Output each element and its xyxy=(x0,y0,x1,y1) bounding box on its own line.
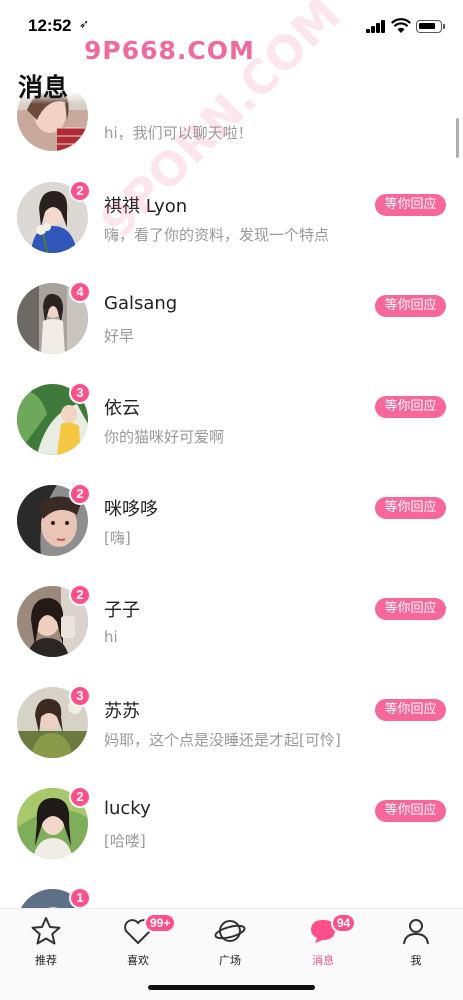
message-preview: 嗨，看了你的资料，发现一个特点 xyxy=(104,226,330,244)
reply-button[interactable]: 等你回应 xyxy=(375,497,446,519)
message-preview: 好早 xyxy=(104,327,135,345)
conversation-row[interactable]: 3 依云 你的猫咪好可爱啊 等你回应 xyxy=(0,382,463,485)
conversation-row[interactable]: 2 子子 hi 等你回应 xyxy=(0,584,463,687)
unread-badge: 2 xyxy=(69,584,91,606)
contact-name: 祺祺 Lyon xyxy=(104,196,188,217)
contact-name: 苏苏 xyxy=(104,701,140,722)
reply-button[interactable]: 等你回应 xyxy=(375,598,446,620)
unread-badge: 2 xyxy=(69,483,91,505)
wifi-icon xyxy=(391,18,411,33)
star-icon xyxy=(31,917,61,945)
reply-button[interactable]: 等你回应 xyxy=(375,800,446,822)
contact-name: 依云 xyxy=(104,398,140,419)
likes-badge: 99+ xyxy=(144,913,177,933)
contact-name: 咪哆哆 xyxy=(104,499,158,520)
cellular-signal-icon xyxy=(366,20,386,33)
conversation-row[interactable]: 3 苏苏 妈耶，这个点是没睡还是才起[可怜] 等你回应 xyxy=(0,685,463,788)
unread-badge: 3 xyxy=(69,685,91,707)
status-time: 12:52 xyxy=(28,16,72,35)
page-title: 消息 xyxy=(18,73,69,102)
message-preview: hi xyxy=(104,628,118,646)
contact-name: lucky xyxy=(104,798,151,819)
location-arrow-icon: ➶ xyxy=(79,17,90,31)
tab-messages[interactable]: 消息 94 xyxy=(293,913,357,975)
home-indicator[interactable] xyxy=(148,985,315,990)
message-preview: 妈耶，这个点是没睡还是才起[可怜] xyxy=(104,731,341,749)
message-preview: hi，我们可以聊天啦！ xyxy=(104,124,253,142)
contact-name: 子子 xyxy=(104,600,140,621)
tab-label: 推荐 xyxy=(35,954,57,967)
tab-me[interactable]: 我 xyxy=(386,915,446,975)
tab-label: 广场 xyxy=(219,954,241,967)
reply-button[interactable]: 等你回应 xyxy=(375,295,446,317)
reply-button[interactable]: 等你回应 xyxy=(375,699,446,721)
unread-badge: 2 xyxy=(69,786,91,808)
unread-badge: 3 xyxy=(69,382,91,404)
tab-label: 消息 xyxy=(312,954,334,967)
conversation-row[interactable]: 4 Galsang 好早 等你回应 xyxy=(0,281,463,384)
battery-icon xyxy=(416,20,445,33)
conversation-row[interactable]: 2 祺祺 Lyon 嗨，看了你的资料，发现一个特点 等你回应 xyxy=(0,180,463,283)
conversation-row[interactable]: 2 咪哆哆 [嗨] 等你回应 xyxy=(0,483,463,586)
planet-icon xyxy=(214,920,246,942)
reply-button[interactable]: 等你回应 xyxy=(375,396,446,418)
tab-label: 喜欢 xyxy=(127,954,149,967)
unread-badge: 2 xyxy=(69,180,91,202)
conversation-row[interactable]: hi，我们可以聊天啦！ xyxy=(0,80,463,181)
message-preview: [嗨] xyxy=(104,529,131,547)
unread-badge: 1 xyxy=(69,887,91,909)
tab-likes[interactable]: 喜欢 99+ xyxy=(108,913,177,975)
person-icon xyxy=(403,919,429,945)
tab-square[interactable]: 广场 xyxy=(200,915,260,975)
contact-name: Galsang xyxy=(104,293,178,314)
message-preview: [哈喽] xyxy=(104,832,146,850)
reply-button[interactable]: 等你回应 xyxy=(375,194,446,216)
conversation-row[interactable]: 2 lucky [哈喽] 等你回应 xyxy=(0,786,463,889)
tab-label: 我 xyxy=(410,954,422,967)
message-preview: 你的猫咪好可爱啊 xyxy=(104,428,225,446)
tab-recommend[interactable]: 推荐 xyxy=(16,915,76,975)
watermark: 9P668.COM xyxy=(84,36,255,65)
messages-badge: 94 xyxy=(331,913,357,933)
scrollbar[interactable] xyxy=(456,118,459,158)
unread-badge: 4 xyxy=(69,281,91,303)
